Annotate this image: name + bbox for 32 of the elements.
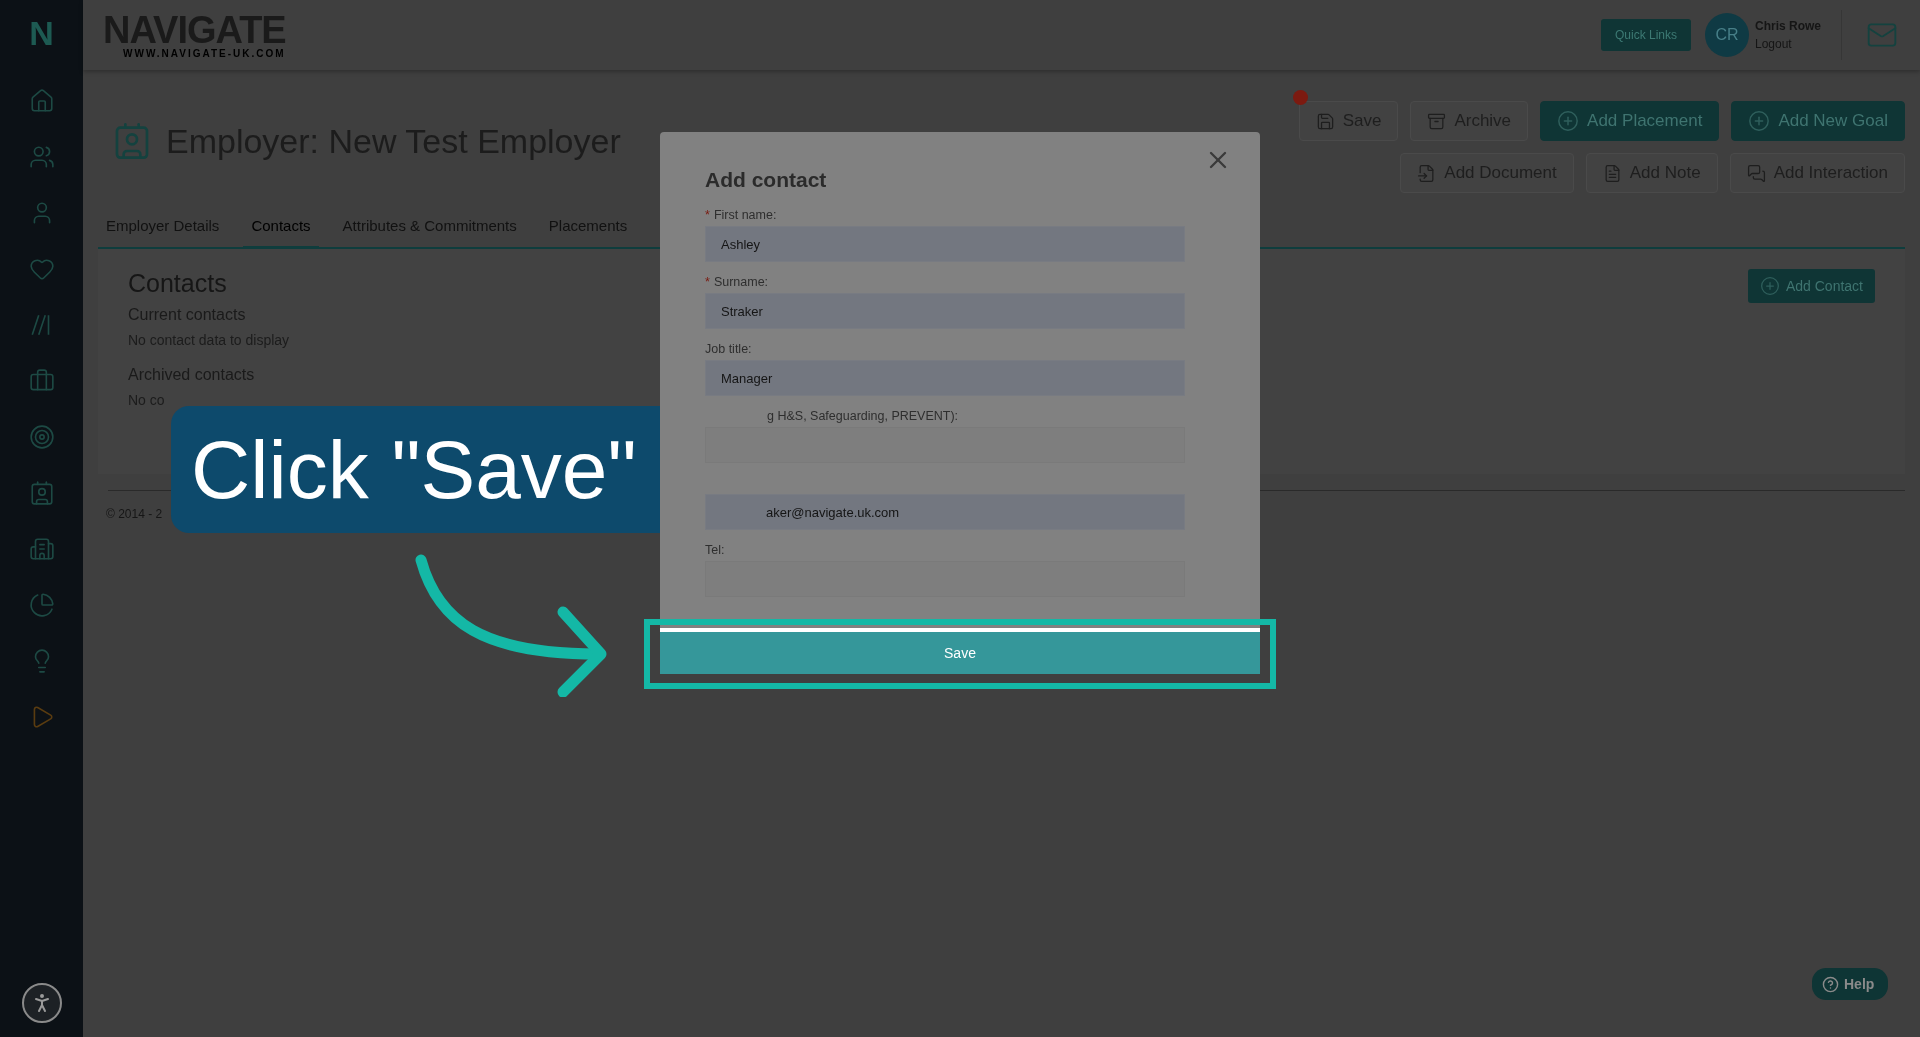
input-field[interactable]: Manager: [705, 360, 1185, 396]
contact-card-icon[interactable]: [28, 480, 55, 506]
field-label: * Surname:: [705, 275, 770, 289]
quick-links-button[interactable]: Quick Links: [1600, 19, 1691, 51]
add-contact-button[interactable]: Add Contact: [1747, 269, 1875, 303]
app-logo[interactable]: N: [29, 14, 54, 60]
user-avatar[interactable]: CR: [1705, 13, 1749, 57]
users-icon[interactable]: [28, 144, 55, 170]
input-field[interactable]: Ashley: [705, 226, 1185, 262]
input-field[interactable]: aker@navigate.uk.com: [705, 494, 1185, 530]
pie-chart-icon[interactable]: [28, 592, 55, 618]
target-icon[interactable]: [28, 424, 55, 450]
building-icon[interactable]: [28, 536, 55, 562]
primary-action-button[interactable]: Add Placement: [1540, 101, 1720, 141]
save-button[interactable]: Save: [660, 628, 1260, 674]
accessibility-button[interactable]: [21, 983, 62, 1023]
input-field[interactable]: Straker: [705, 293, 1185, 329]
logo-tagline: WWW.NAVIGATE-UK.COM: [122, 49, 286, 59]
field-label: Job title:: [705, 342, 753, 356]
home-icon[interactable]: [28, 88, 55, 114]
help-button[interactable]: Help: [1812, 968, 1889, 1000]
plus-circle-icon: [1759, 276, 1780, 296]
help-icon: [1822, 975, 1839, 993]
field-label: * First name:: [705, 208, 778, 222]
dialog-title: Add contact: [705, 168, 828, 192]
chat-bubbles-icon: [1746, 163, 1766, 183]
primary-action-button[interactable]: Add New Goal: [1731, 101, 1905, 141]
heart-icon[interactable]: [28, 256, 55, 282]
field-label: Tel:: [705, 543, 726, 557]
plus-circle-icon: [1748, 110, 1771, 132]
archive-box-icon: [1427, 111, 1447, 131]
plus-circle-icon: [1557, 110, 1580, 132]
